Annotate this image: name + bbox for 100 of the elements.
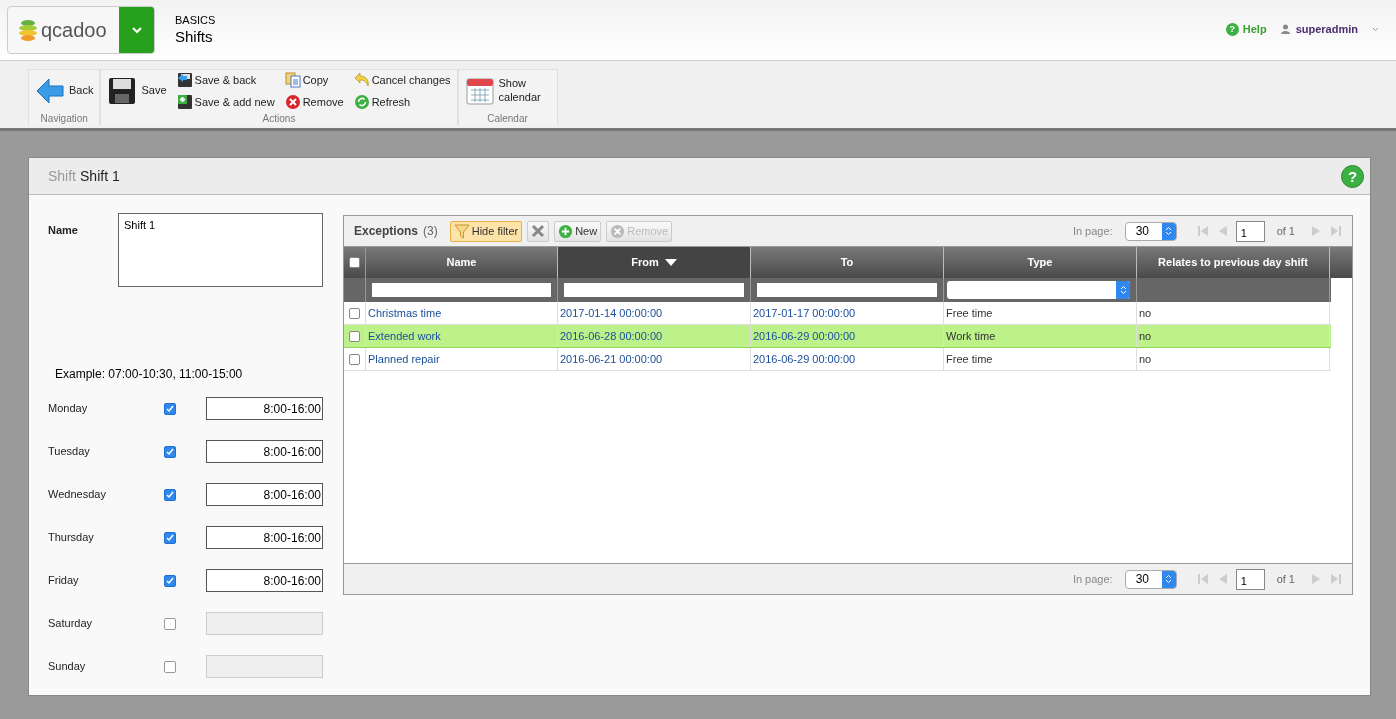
chevron-updown-icon bbox=[1119, 285, 1127, 295]
day-label: Wednesday bbox=[48, 487, 107, 503]
page-size-select[interactable]: 30 bbox=[1124, 569, 1177, 589]
toolbar-button[interactable]: Save bbox=[107, 76, 167, 106]
hours-field[interactable]: 8:00-16:00 bbox=[206, 483, 323, 506]
new-button[interactable]: New bbox=[554, 220, 602, 242]
day-checkbox[interactable] bbox=[164, 445, 176, 458]
check-icon bbox=[166, 404, 174, 413]
table-cell-text: no bbox=[1139, 328, 1152, 344]
page-number-field[interactable]: 1 bbox=[1235, 220, 1265, 242]
column-filter-field[interactable] bbox=[372, 283, 551, 297]
toolbar-group-label: Navigation bbox=[39, 112, 89, 125]
next-page-icon[interactable] bbox=[1311, 573, 1322, 585]
chevron-down-icon bbox=[130, 26, 143, 34]
grid-title: Exceptions bbox=[354, 223, 419, 240]
table-cell-text: Work time bbox=[946, 328, 996, 344]
table-cell-link[interactable]: 2016-06-29 00:00:00 bbox=[753, 327, 856, 345]
toolbar-group-label: Calendar bbox=[486, 112, 529, 125]
day-checkbox[interactable] bbox=[164, 617, 176, 630]
clear-filter-button[interactable] bbox=[527, 220, 550, 242]
table-cell-link[interactable]: Christmas time bbox=[368, 304, 442, 322]
row-checkbox[interactable] bbox=[349, 330, 360, 342]
floppy-plus-icon bbox=[176, 93, 193, 110]
toolbar-button[interactable]: Cancel changes bbox=[353, 72, 451, 89]
table-cell-text: no bbox=[1139, 351, 1152, 367]
row-checkbox[interactable] bbox=[349, 353, 360, 365]
undo-arrow-icon bbox=[353, 72, 370, 89]
day-label: Saturday bbox=[48, 616, 94, 632]
toolbar-button[interactable]: Copy bbox=[284, 72, 344, 89]
table-cell-link[interactable]: 2016-06-29 00:00:00 bbox=[753, 350, 856, 368]
row-checkbox[interactable] bbox=[349, 307, 360, 319]
grid-count: (3) bbox=[423, 223, 438, 240]
name-field[interactable]: Shift 1 bbox=[118, 213, 323, 287]
table-cell-link[interactable]: Extended work bbox=[368, 327, 441, 345]
column-filter-field[interactable] bbox=[757, 283, 937, 297]
check-icon bbox=[166, 533, 174, 542]
remove-icon bbox=[284, 93, 301, 110]
toolbar-button[interactable]: Back bbox=[35, 76, 94, 106]
day-checkbox[interactable] bbox=[164, 488, 176, 501]
table-row[interactable]: Planned repair 2016-06-21 00:00:00 2016-06-29 00:00:00 Free time no bbox=[344, 348, 1331, 371]
example-hint: Example: 07:00-10:30, 11:00-15:00 bbox=[55, 366, 244, 383]
table-row[interactable]: Christmas time 2017-01-14 00:00:00 2017-01-17 00:00:00 Free time no bbox=[344, 302, 1331, 325]
user-icon bbox=[1280, 24, 1290, 34]
hours-field[interactable]: 8:00-16:00 bbox=[206, 440, 323, 463]
page-size-select[interactable]: 30 bbox=[1124, 221, 1177, 241]
toolbar-group-label: Actions bbox=[261, 112, 297, 125]
toolbar-button[interactable]: Show calendar bbox=[464, 76, 551, 106]
day-label: Thursday bbox=[48, 530, 95, 546]
day-checkbox[interactable] bbox=[164, 531, 176, 544]
plus-circle-icon bbox=[558, 223, 574, 239]
page-count: of 1 bbox=[1276, 571, 1295, 587]
in-page-label: In page: bbox=[1072, 571, 1113, 587]
toolbar-button[interactable]: Refresh bbox=[353, 93, 451, 110]
table-cell-text: Free time bbox=[946, 351, 993, 367]
toolbar-button[interactable]: Save & add new bbox=[176, 93, 275, 110]
first-page-icon[interactable] bbox=[1196, 225, 1209, 237]
hours-field[interactable]: 8:00-16:00 bbox=[206, 569, 323, 592]
user-menu[interactable]: superadmin bbox=[1280, 20, 1379, 38]
table-cell-link[interactable]: 2016-06-28 00:00:00 bbox=[560, 327, 663, 345]
day-label: Friday bbox=[48, 573, 80, 589]
page-count: of 1 bbox=[1276, 223, 1295, 239]
table-row[interactable]: Extended work 2016-06-28 00:00:00 2016-06-29 00:00:00 Work time no bbox=[344, 325, 1331, 348]
page-number-field[interactable]: 1 bbox=[1235, 568, 1265, 590]
last-page-icon[interactable] bbox=[1330, 573, 1342, 585]
table-cell-link[interactable]: 2017-01-17 00:00:00 bbox=[753, 304, 856, 322]
toolbar-button[interactable]: Remove bbox=[284, 93, 344, 110]
hide-filter-button[interactable]: Hide filter bbox=[449, 220, 523, 242]
column-header[interactable]: From bbox=[558, 247, 751, 278]
in-page-label: In page: bbox=[1072, 223, 1113, 239]
toolbar-button[interactable]: Save & back bbox=[176, 72, 275, 89]
table-cell-link[interactable]: 2017-01-14 00:00:00 bbox=[560, 304, 663, 322]
day-label: Tuesday bbox=[48, 444, 91, 460]
check-icon bbox=[166, 490, 174, 499]
next-page-icon[interactable] bbox=[1311, 225, 1322, 237]
day-checkbox[interactable] bbox=[164, 402, 176, 415]
check-icon bbox=[166, 447, 174, 456]
hours-field[interactable]: 8:00-16:00 bbox=[206, 526, 323, 549]
table-cell-link[interactable]: Planned repair bbox=[368, 350, 440, 368]
hours-field[interactable]: 8:00-16:00 bbox=[206, 397, 323, 420]
select-all-checkbox[interactable] bbox=[349, 257, 360, 268]
chevron-updown-icon bbox=[1165, 226, 1173, 236]
close-icon bbox=[531, 224, 546, 238]
last-page-icon[interactable] bbox=[1330, 225, 1342, 237]
column-filter-field[interactable] bbox=[564, 283, 744, 297]
calendar-icon bbox=[464, 76, 495, 106]
panel-title-entity: Shift bbox=[48, 166, 76, 186]
table-cell-link[interactable]: 2016-06-21 00:00:00 bbox=[560, 350, 663, 368]
caret-icon bbox=[1372, 26, 1379, 32]
breadcrumb-category: BASICS bbox=[175, 13, 216, 28]
menu-dropdown-button[interactable] bbox=[119, 7, 154, 53]
field-label: Name bbox=[48, 223, 79, 238]
day-checkbox[interactable] bbox=[164, 660, 176, 673]
day-checkbox[interactable] bbox=[164, 574, 176, 587]
table-cell-text: no bbox=[1139, 305, 1152, 321]
page-title: Shifts bbox=[175, 27, 214, 47]
logo-icon bbox=[18, 18, 38, 42]
chevron-updown-icon bbox=[1165, 574, 1173, 584]
column-filter-select[interactable] bbox=[947, 281, 1130, 299]
first-page-icon[interactable] bbox=[1196, 573, 1209, 585]
check-icon bbox=[166, 576, 174, 585]
